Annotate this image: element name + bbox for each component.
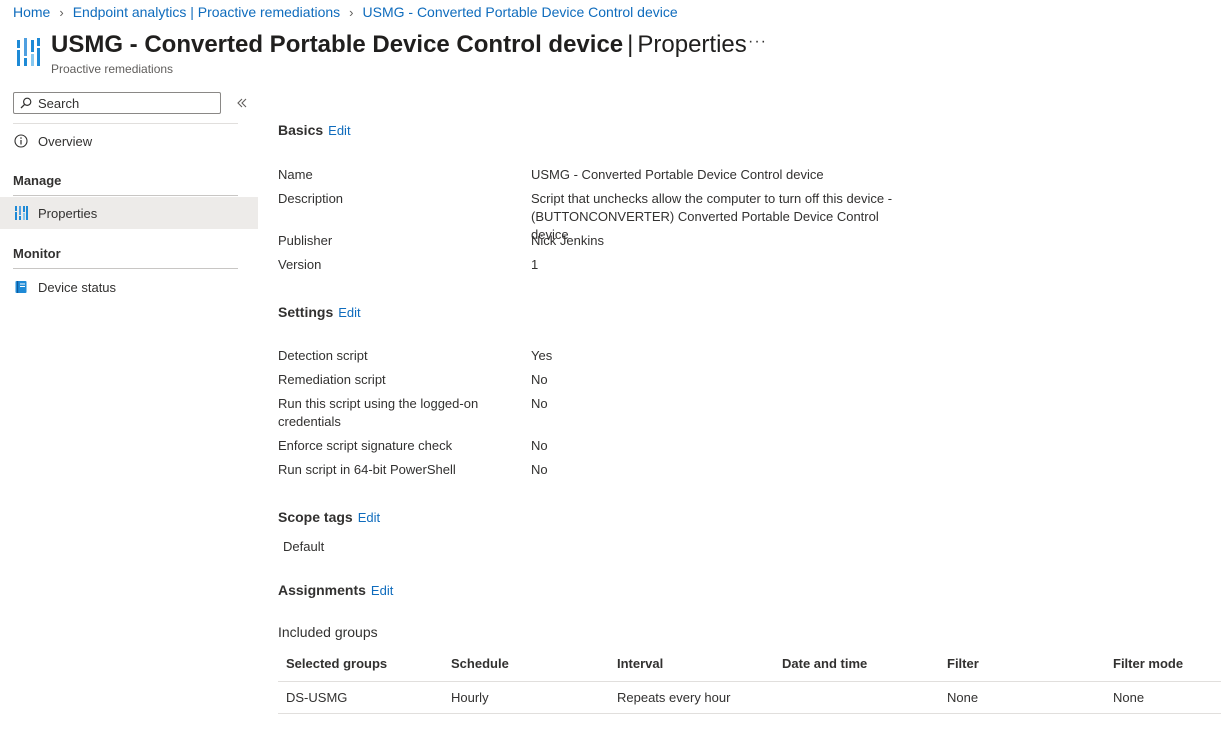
scope-tag-value: Default	[283, 539, 325, 554]
prop-value-64bit-powershell: No	[531, 462, 548, 477]
breadcrumb-proactive-remediations[interactable]: Endpoint analytics | Proactive remediati…	[73, 4, 340, 20]
sidebar-item-overview[interactable]: Overview	[0, 125, 258, 157]
prop-value-signature-check: No	[531, 438, 548, 453]
info-icon	[13, 133, 29, 149]
page-subtitle: Proactive remediations	[51, 62, 174, 76]
prop-label-name: Name	[278, 167, 313, 182]
section-divider	[13, 268, 238, 269]
search-icon	[20, 97, 32, 109]
settings-edit-link[interactable]: Edit	[338, 305, 360, 320]
breadcrumb: Home › Endpoint analytics | Proactive re…	[13, 3, 678, 21]
breadcrumb-current[interactable]: USMG - Converted Portable Device Control…	[363, 4, 678, 20]
device-status-icon	[13, 279, 29, 295]
assignments-table: Selected groups Schedule Interval Date a…	[278, 646, 1221, 714]
assignments-title: Assignments	[278, 582, 366, 598]
scope-tags-section-title: Scope tags Edit	[278, 509, 380, 525]
prop-label-description: Description	[278, 191, 344, 206]
page-title-separator: |	[627, 31, 634, 58]
page-title: USMG - Converted Portable Device Control…	[51, 31, 747, 59]
settings-section-title: Settings Edit	[278, 304, 361, 320]
chevron-right-icon: ›	[59, 4, 64, 20]
column-header: Filter	[947, 656, 979, 671]
assignments-edit-link[interactable]: Edit	[371, 583, 393, 598]
sidebar-item-properties[interactable]: Properties	[0, 197, 258, 229]
sidebar-item-label: Overview	[38, 133, 93, 149]
table-cell: Hourly	[451, 690, 489, 705]
basics-section-title: Basics Edit	[278, 122, 351, 138]
column-header: Date and time	[782, 656, 868, 671]
basics-title: Basics	[278, 122, 324, 138]
prop-label-publisher: Publisher	[278, 233, 333, 248]
page-title-suffix: Properties	[637, 31, 747, 58]
prop-label-remediation-script: Remediation script	[278, 372, 386, 387]
sidebar-item-label: Device status	[38, 279, 117, 295]
basics-edit-link[interactable]: Edit	[328, 123, 350, 138]
included-groups-label: Included groups	[278, 624, 378, 640]
sidebar-item-device-status[interactable]: Device status	[0, 271, 258, 303]
table-cell: Repeats every hour	[617, 690, 731, 705]
column-header: Interval	[617, 656, 664, 671]
table-header-row: Selected groups Schedule Interval Date a…	[278, 646, 1221, 682]
column-header: Selected groups	[286, 656, 388, 671]
prop-value-detection-script: Yes	[531, 348, 553, 363]
properties-icon	[13, 205, 29, 221]
settings-title: Settings	[278, 304, 334, 320]
page-title-name: USMG - Converted Portable Device Control…	[51, 31, 624, 58]
search-input[interactable]	[38, 95, 208, 111]
scope-tags-title: Scope tags	[278, 509, 353, 525]
column-header: Schedule	[451, 656, 509, 671]
prop-value-name: USMG - Converted Portable Device Control…	[531, 167, 824, 182]
collapse-sidebar-icon[interactable]	[235, 96, 249, 110]
column-header: Filter mode	[1113, 656, 1184, 671]
prop-label-version: Version	[278, 257, 322, 272]
sidebar-section-monitor: Monitor	[13, 246, 61, 261]
sidebar-section-manage: Manage	[13, 173, 62, 188]
prop-label-logged-on-credentials: Run this script using the logged-on cred…	[278, 396, 479, 429]
assignments-section-title: Assignments Edit	[278, 582, 393, 598]
table-row[interactable]: DS-USMG Hourly Repeats every hour None N…	[278, 682, 1221, 714]
prop-label-detection-script: Detection script	[278, 348, 368, 363]
section-divider	[13, 195, 238, 196]
more-options-button[interactable]: ···	[748, 33, 767, 51]
scope-tags-edit-link[interactable]: Edit	[358, 510, 380, 525]
table-cell: None	[947, 690, 979, 705]
sidebar-item-label: Properties	[38, 205, 98, 221]
prop-value-logged-on-credentials: No	[531, 396, 548, 411]
chevron-right-icon: ›	[349, 4, 354, 20]
prop-value-publisher: Nick Jenkins	[531, 233, 604, 248]
search-field[interactable]	[13, 92, 221, 114]
table-cell: None	[1113, 690, 1145, 705]
sidebar-divider	[13, 123, 238, 124]
table-cell: DS-USMG	[286, 690, 348, 705]
prop-label-signature-check: Enforce script signature check	[278, 438, 453, 453]
prop-label-64bit-powershell: Run script in 64-bit PowerShell	[278, 462, 456, 477]
prop-value-version: 1	[531, 257, 539, 272]
prop-value-remediation-script: No	[531, 372, 548, 387]
breadcrumb-home[interactable]: Home	[13, 4, 50, 20]
proactive-remediations-icon	[17, 38, 40, 66]
